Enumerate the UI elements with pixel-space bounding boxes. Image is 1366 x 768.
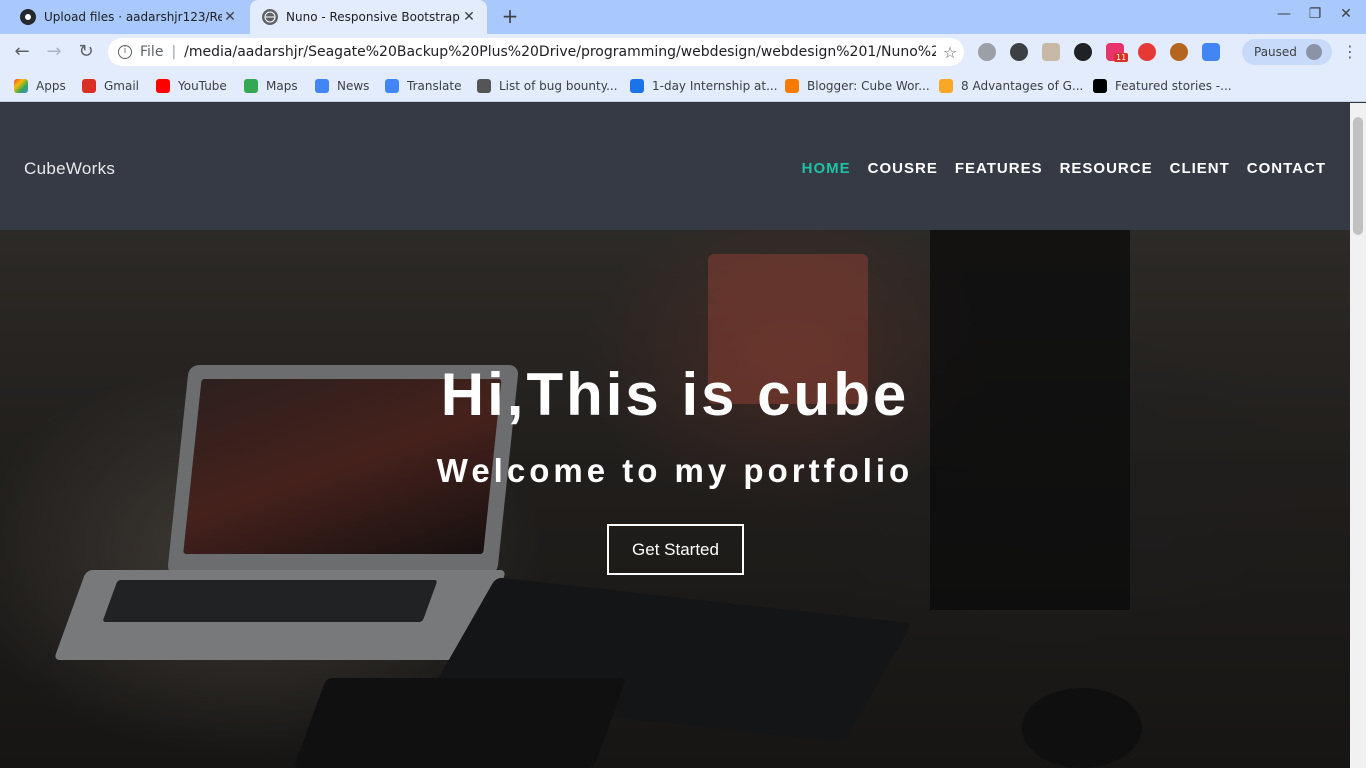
- new-tab-button[interactable]: +: [498, 5, 522, 29]
- back-icon[interactable]: ←: [10, 40, 34, 64]
- bookmark-apps[interactable]: Apps: [14, 77, 66, 95]
- bookmark-gmail[interactable]: Gmail: [82, 77, 139, 95]
- close-icon[interactable]: ✕: [222, 9, 238, 25]
- bookmark-label: Blogger: Cube Wor...: [807, 79, 930, 93]
- bookmark-label: List of bug bounty...: [499, 79, 618, 93]
- extension-icon[interactable]: [1042, 43, 1060, 61]
- globe-icon: [262, 9, 278, 25]
- hacker-icon: [477, 79, 491, 93]
- gmail-icon: [82, 79, 96, 93]
- info-icon[interactable]: i: [118, 45, 132, 59]
- address-url[interactable]: /media/aadarshjr/Seagate%20Backup%20Plus…: [184, 44, 936, 60]
- extension-icon[interactable]: [1010, 43, 1028, 61]
- address-bar[interactable]: i File | /media/aadarshjr/Seagate%20Back…: [108, 38, 964, 66]
- main-nav: HOME COUSRE FEATURES RESOURCE CLIENT CON…: [802, 160, 1326, 177]
- extension-badge: 11: [1114, 53, 1129, 62]
- extension-icon[interactable]: 11: [1106, 43, 1129, 62]
- hero-subtitle: Welcome to my portfolio: [436, 452, 914, 489]
- bookmark-label: News: [337, 79, 370, 93]
- page-scrollbar[interactable]: [1350, 103, 1366, 768]
- nav-contact[interactable]: CONTACT: [1247, 160, 1326, 177]
- bookmark-label: YouTube: [178, 79, 227, 93]
- bookmark-youtube[interactable]: YouTube: [156, 77, 227, 95]
- tab-strip: Upload files · aadarshjr123/Res ✕ Nuno -…: [0, 0, 1366, 34]
- bookmark-label: Apps: [36, 79, 66, 93]
- chart-icon: [939, 79, 953, 93]
- minimize-icon[interactable]: —: [1274, 6, 1294, 22]
- site-header: CubeWorks HOME COUSRE FEATURES RESOURCE …: [0, 103, 1350, 230]
- nav-home[interactable]: HOME: [802, 160, 851, 177]
- bookmark-label: Featured stories -...: [1115, 79, 1232, 93]
- nav-client[interactable]: CLIENT: [1170, 160, 1230, 177]
- close-window-icon[interactable]: ✕: [1336, 6, 1356, 22]
- github-icon: [20, 9, 36, 25]
- bookmarks-bar: Apps Gmail YouTube Maps News Translate L…: [0, 70, 1366, 102]
- apps-grid-icon: [14, 79, 28, 93]
- blogger-icon: [785, 79, 799, 93]
- medium-icon: [1093, 79, 1107, 93]
- translate-icon[interactable]: [1202, 43, 1220, 61]
- bookmark-advantages[interactable]: 8 Advantages of G...: [939, 77, 1083, 95]
- hero-section: Hi,This is cube Welcome to my portfolio …: [0, 230, 1350, 768]
- hero-overlay: [0, 230, 1350, 768]
- hero-title: Hi,This is cube: [440, 361, 910, 428]
- more-menu-icon[interactable]: ⋮: [1340, 42, 1360, 62]
- bookmark-blogger[interactable]: Blogger: Cube Wor...: [785, 77, 930, 95]
- bookmark-medium[interactable]: Featured stories -...: [1093, 77, 1232, 95]
- reload-icon[interactable]: ↻: [74, 40, 98, 64]
- site-logo[interactable]: CubeWorks: [24, 159, 115, 179]
- bookmark-bug-bounty[interactable]: List of bug bounty...: [477, 77, 618, 95]
- profile-status: Paused: [1254, 45, 1297, 59]
- get-started-button[interactable]: Get Started: [607, 524, 744, 575]
- browser-toolbar: ← → ↻ i File | /media/aadarshjr/Seagate%…: [0, 34, 1366, 70]
- restore-icon[interactable]: ❐: [1305, 6, 1325, 22]
- bookmark-label: Maps: [266, 79, 298, 93]
- extension-icon[interactable]: [1138, 43, 1156, 61]
- star-icon[interactable]: ☆: [936, 43, 964, 62]
- address-separator: |: [171, 44, 177, 60]
- bookmark-label: Translate: [407, 79, 462, 93]
- extension-icon[interactable]: [1074, 43, 1092, 61]
- scrollbar-thumb[interactable]: [1353, 117, 1363, 235]
- youtube-icon: [156, 79, 170, 93]
- bookmark-translate[interactable]: Translate: [385, 77, 462, 95]
- bookmark-maps[interactable]: Maps: [244, 77, 298, 95]
- bookmark-news[interactable]: News: [315, 77, 369, 95]
- tab-nuno[interactable]: Nuno - Responsive Bootstrap T ✕: [250, 0, 487, 34]
- tab-upload-files[interactable]: Upload files · aadarshjr123/Res ✕: [8, 0, 248, 34]
- translate-icon: [385, 79, 399, 93]
- nav-features[interactable]: FEATURES: [955, 160, 1043, 177]
- extension-icon[interactable]: [978, 43, 996, 61]
- bookmark-label: 8 Advantages of G...: [961, 79, 1084, 93]
- bookmark-internship[interactable]: 1-day Internship at...: [630, 77, 778, 95]
- avatar: [1306, 44, 1322, 60]
- web-page: CubeWorks HOME COUSRE FEATURES RESOURCE …: [0, 103, 1350, 768]
- profile-button[interactable]: Paused: [1242, 39, 1332, 65]
- bookmark-label: 1-day Internship at...: [652, 79, 778, 93]
- maps-icon: [244, 79, 258, 93]
- tab-title: Upload files · aadarshjr123/Res: [44, 10, 222, 24]
- address-scheme: File: [140, 44, 164, 60]
- nav-resource[interactable]: RESOURCE: [1060, 160, 1153, 177]
- nav-cousre[interactable]: COUSRE: [868, 160, 938, 177]
- cookie-icon[interactable]: [1170, 43, 1188, 61]
- close-icon[interactable]: ✕: [461, 9, 477, 25]
- tab-title: Nuno - Responsive Bootstrap T: [286, 10, 461, 24]
- is-icon: [630, 79, 644, 93]
- bookmark-label: Gmail: [104, 79, 140, 93]
- forward-icon[interactable]: →: [42, 40, 66, 64]
- news-icon: [315, 79, 329, 93]
